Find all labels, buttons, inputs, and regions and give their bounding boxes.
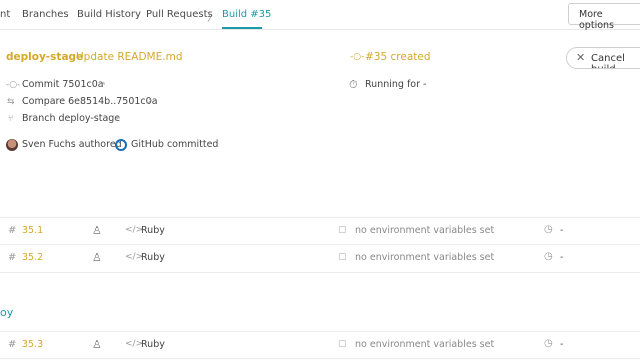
clock-icon: ◷ [544, 224, 553, 235]
job-row[interactable]: # 35.1 ♙ </> Ruby ▢ no environment varia… [0, 217, 640, 245]
stage-label: oy [0, 306, 14, 319]
job-env: no environment variables set [355, 252, 495, 263]
author-avatar [6, 139, 18, 151]
job-language: Ruby [141, 225, 165, 236]
github-avatar-icon [115, 139, 127, 151]
hash-icon: # [8, 339, 17, 350]
job-duration: - [560, 339, 564, 350]
stopwatch-icon: ⏱ [349, 78, 358, 91]
external-link-icon: ↗ [99, 80, 106, 89]
active-tab-indicator [222, 27, 262, 29]
author-text: Sven Fuchs authored [22, 139, 122, 150]
job-row[interactable]: # 35.3 ♙ </> Ruby ▢ no environment varia… [0, 331, 640, 359]
job-row[interactable]: # 35.2 ♙ </> Ruby ▢ no environment varia… [0, 245, 640, 273]
robot-icon: ♙ [92, 224, 102, 237]
repo-tabs: nt Branches Build History Pull Requests … [0, 0, 640, 31]
running-time: Running for - [365, 79, 427, 90]
branch-link[interactable]: Branch deploy-stage [22, 113, 120, 124]
robot-icon: ♙ [92, 251, 102, 264]
external-link-icon: ↗ [146, 97, 153, 106]
hash-icon: # [8, 252, 17, 263]
robot-icon: ♙ [92, 338, 102, 351]
box-icon: ▢ [338, 225, 347, 235]
tab-branches[interactable]: Branches [22, 9, 69, 20]
tab-build[interactable]: Build #35 [222, 9, 271, 20]
job-number[interactable]: 35.3 [22, 339, 43, 350]
cancel-build-button[interactable]: ✕ Cancel build [566, 47, 640, 69]
compare-icon: ⇆ [7, 97, 15, 107]
clock-icon: ◷ [544, 251, 553, 262]
external-link-icon: ↗ [114, 114, 121, 123]
job-language: Ruby [141, 252, 165, 263]
more-options-button[interactable]: More options [568, 3, 640, 31]
build-commit-message[interactable]: Update README.md [76, 51, 183, 63]
job-duration: - [560, 225, 564, 236]
job-duration: - [560, 252, 564, 263]
commit-icon: -○- [6, 80, 21, 90]
job-number[interactable]: 35.1 [22, 225, 43, 236]
committer-text: GitHub committed [131, 139, 219, 150]
status-created-icon: -○- [350, 52, 365, 62]
build-branch[interactable]: deploy-stage [6, 51, 83, 63]
clock-icon: ◷ [544, 338, 553, 349]
job-number[interactable]: 35.2 [22, 252, 43, 263]
tab-current[interactable]: nt [0, 9, 10, 20]
cancel-build-label: Cancel build [591, 53, 625, 68]
compare-link[interactable]: Compare 6e8514b..7501c0a [22, 96, 158, 107]
box-icon: ▢ [338, 252, 347, 262]
hash-icon: # [8, 225, 17, 236]
breadcrumb-chevron-icon: 〉 [207, 13, 217, 24]
branch-icon: ⑂ [8, 114, 14, 124]
job-env: no environment variables set [355, 339, 495, 350]
job-env: no environment variables set [355, 225, 495, 236]
commit-link[interactable]: Commit 7501c0a [22, 79, 104, 90]
job-language: Ruby [141, 339, 165, 350]
box-icon: ▢ [338, 339, 347, 349]
build-status: #35 created [365, 51, 431, 63]
close-icon: ✕ [576, 51, 586, 64]
tab-pull-requests[interactable]: Pull Requests [146, 9, 213, 20]
tab-build-history[interactable]: Build History [77, 9, 141, 20]
